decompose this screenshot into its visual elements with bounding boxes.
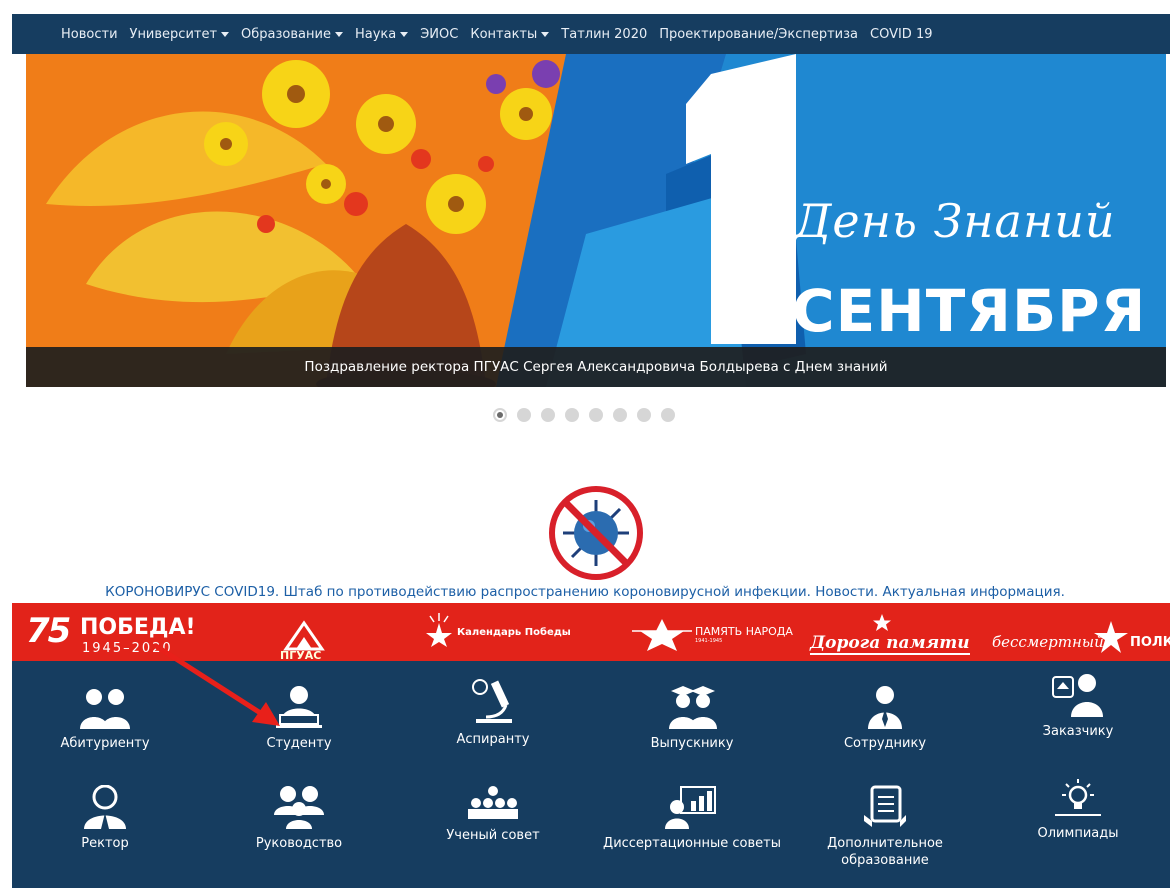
pamyat-star-icon[interactable]	[632, 617, 692, 651]
nav-item-university[interactable]: Университет	[130, 27, 230, 42]
slider-dot[interactable]	[661, 408, 675, 422]
victory-title[interactable]: ПОБЕДА!	[80, 615, 196, 640]
tile-graduates[interactable]: Выпускнику	[602, 685, 782, 752]
tile-label: Абитуриенту	[60, 736, 150, 751]
victory-calendar-link[interactable]: Календарь Победы	[457, 627, 571, 638]
nav-item-education[interactable]: Образование	[241, 27, 343, 42]
victory-years: 1945–2020	[82, 641, 173, 656]
tile-student[interactable]: Студенту	[209, 685, 389, 752]
victory-75-logo[interactable]: 75	[26, 611, 71, 651]
microscope-icon	[472, 679, 512, 723]
tile-olympiads[interactable]: Олимпиады	[988, 779, 1168, 842]
tile-dissertation-councils[interactable]: Диссертационные советы	[602, 785, 782, 852]
slide-caption-bar[interactable]: Поздравление ректора ПГУАС Сергея Алекса…	[26, 347, 1166, 387]
caret-down-icon	[221, 32, 230, 37]
slide-caption[interactable]: Поздравление ректора ПГУАС Сергея Алекса…	[304, 359, 887, 375]
nav-item-contacts[interactable]: Контакты	[470, 26, 550, 42]
tile-label: Диссертационные советы	[603, 836, 781, 851]
nav-item-news[interactable]: Новости	[61, 27, 118, 42]
nav-item-science[interactable]: Наука	[354, 26, 409, 42]
slider-dot[interactable]	[613, 408, 627, 422]
nav-item-eios[interactable]: ЭИОС	[420, 27, 458, 42]
book-icon	[864, 785, 906, 827]
victory-banner: 75 ПОБЕДА! 1945–2020 ПГУАС Календарь Поб…	[12, 603, 1170, 662]
tile-customer[interactable]: Заказчику	[988, 671, 1168, 740]
slider-dot[interactable]	[493, 408, 507, 422]
tile-label: Студенту	[266, 736, 332, 751]
nav-label: ЭИОС	[420, 26, 459, 42]
academic-council-icon	[468, 786, 518, 819]
calendar-star-icon[interactable]	[424, 613, 454, 647]
slider-dot[interactable]	[637, 408, 651, 422]
employee-icon	[868, 686, 902, 729]
tile-label: Руководство	[255, 836, 343, 851]
lightbulb-icon	[1055, 779, 1101, 816]
bessmertny-polk-link[interactable]: бессмертный	[992, 633, 1104, 651]
slider-pagination	[493, 408, 675, 422]
nav-label: Контакты	[470, 26, 538, 42]
pguas-logo-icon[interactable]	[274, 619, 338, 651]
tile-applicants[interactable]: Абитуриенту	[15, 685, 195, 752]
tile-label: Ученый совет	[446, 828, 540, 843]
nav-item-design[interactable]: Проектирование/Экспертиза	[659, 27, 858, 42]
top-navbar: Новости Университет Образование Наука ЭИ…	[12, 14, 1170, 54]
tile-label: Олимпиады	[1037, 826, 1119, 841]
covid-info-link[interactable]: КОРОНОВИРУС COVID19. Штаб по противодейс…	[0, 584, 1170, 600]
pamyat-naroda-link[interactable]: ПАМЯТЬ НАРОДА 1941-1945	[695, 625, 793, 644]
doroga-pamyati-link[interactable]: Дорога памяти	[810, 633, 970, 655]
slide-subheadline: СЕНТЯБРЯ	[792, 277, 1147, 345]
tile-label: Выпускнику	[650, 736, 734, 751]
tile-management[interactable]: Руководство	[209, 785, 389, 852]
nav-label: Новости	[61, 26, 118, 42]
tile-label: Заказчику	[1042, 724, 1114, 739]
nav-label: Проектирование/Экспертиза	[659, 26, 858, 42]
slider-dot[interactable]	[517, 408, 531, 422]
polk-label: ПОЛК	[1130, 635, 1170, 650]
pamyat-years: 1941-1945	[695, 638, 723, 644]
slider-dot[interactable]	[541, 408, 555, 422]
nav-label: Университет	[129, 26, 218, 42]
nav-label: Образование	[241, 26, 331, 42]
hero-slider[interactable]: День Знаний СЕНТЯБРЯ Поздравление ректор…	[26, 54, 1166, 387]
pamyat-label: ПАМЯТЬ НАРОДА	[695, 625, 793, 638]
caret-down-icon	[400, 32, 409, 37]
polk-star-icon	[1094, 621, 1128, 653]
nav-item-tatlin[interactable]: Татлин 2020	[561, 27, 647, 42]
tile-academic-council[interactable]: Ученый совет	[403, 785, 583, 844]
caret-down-icon	[541, 32, 550, 37]
tile-label: Аспиранту	[456, 732, 530, 747]
slider-dot[interactable]	[589, 408, 603, 422]
tile-label: Ректор	[81, 836, 129, 851]
tile-rector[interactable]: Ректор	[15, 785, 195, 852]
management-icon	[274, 786, 324, 829]
graduates-icon	[669, 686, 717, 729]
slider-dot[interactable]	[565, 408, 579, 422]
covid-virus-icon[interactable]	[549, 486, 643, 580]
rector-icon	[84, 785, 126, 829]
customer-icon	[1052, 674, 1103, 717]
slide-headline: День Знаний	[794, 194, 1116, 248]
doroga-star-icon	[873, 614, 891, 631]
nav-label: Татлин 2020	[561, 26, 648, 42]
nav-label: COVID 19	[870, 26, 933, 42]
caret-down-icon	[334, 32, 343, 37]
student-icon	[276, 686, 322, 728]
audience-grid: Абитуриенту Студенту Аспиранту Выпускник…	[12, 661, 1170, 888]
tile-postgraduate[interactable]: Аспиранту	[403, 677, 583, 748]
main-menu: Новости Университет Образование Наука ЭИ…	[61, 14, 945, 54]
tile-employee[interactable]: Сотруднику	[795, 685, 975, 752]
presentation-icon	[665, 786, 716, 829]
nav-label: Наука	[354, 26, 397, 42]
applicants-icon	[80, 689, 130, 729]
tile-additional-education[interactable]: Дополнительное образование	[795, 785, 975, 869]
nav-item-covid[interactable]: COVID 19	[870, 27, 933, 42]
tile-label: Сотруднику	[843, 736, 927, 751]
tile-label: Дополнительное образование	[827, 836, 943, 868]
